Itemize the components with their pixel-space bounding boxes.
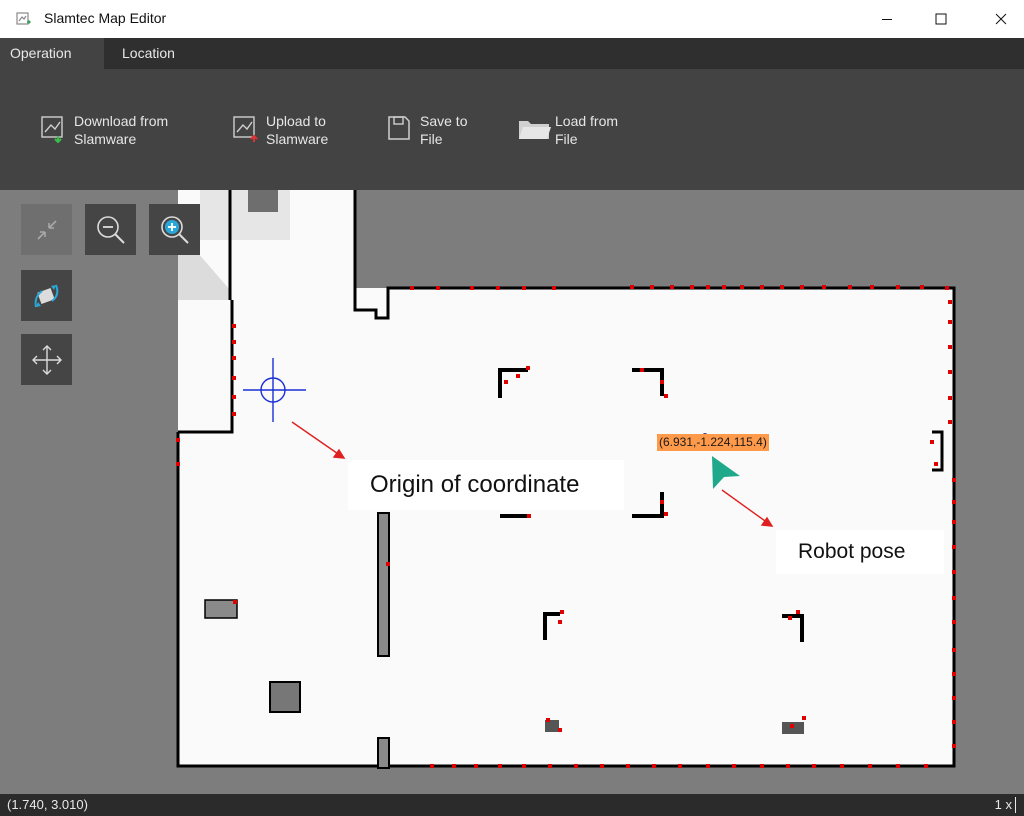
download-label: Download from Slamware xyxy=(74,113,169,147)
relocate-robot-icon xyxy=(34,284,58,307)
save-icon xyxy=(388,116,410,140)
pan-button[interactable] xyxy=(21,334,72,385)
folder-icon xyxy=(519,121,551,139)
robot-pose-label: (6.931,-1.224,115.4) xyxy=(657,434,769,451)
origin-annotation: Origin of coordinate xyxy=(348,460,624,510)
minimize-button[interactable] xyxy=(864,0,910,38)
save-label: Save to File xyxy=(420,113,468,147)
close-icon xyxy=(995,13,1007,25)
title-bar: Slamtec Map Editor xyxy=(0,0,1024,38)
maximize-button[interactable] xyxy=(918,0,964,38)
maximize-icon xyxy=(935,13,947,25)
minimize-icon xyxy=(882,19,892,20)
tab-operation[interactable]: Operation xyxy=(0,38,104,69)
pan-move-icon xyxy=(31,344,62,375)
upload-to-slamware-button[interactable]: Upload to Slamware xyxy=(232,112,328,148)
download-icon xyxy=(41,116,63,144)
load-from-file-button[interactable]: Load from File xyxy=(517,112,618,148)
tab-location[interactable]: Location xyxy=(112,38,185,69)
zoom-in-icon xyxy=(160,215,189,244)
robot-pose-annotation: Robot pose xyxy=(776,530,944,574)
relocate-robot-button[interactable] xyxy=(21,270,72,321)
close-button[interactable] xyxy=(978,0,1024,38)
fit-view-button[interactable] xyxy=(21,204,72,255)
cursor-coordinates: (1.740, 3.010) xyxy=(7,797,88,812)
status-bar: (1.740, 3.010) 1 x xyxy=(0,794,1024,816)
map-editor-icon xyxy=(16,12,31,25)
load-label: Load from File xyxy=(555,113,619,147)
zoom-level: 1 x xyxy=(994,797,1012,812)
save-to-file-button[interactable]: Save to File xyxy=(386,112,467,148)
upload-icon xyxy=(233,116,258,142)
download-from-slamware-button[interactable]: Download from Slamware xyxy=(40,112,168,148)
status-divider xyxy=(1015,797,1016,813)
zoom-out-button[interactable] xyxy=(85,204,136,255)
window-title: Slamtec Map Editor xyxy=(44,10,167,26)
zoom-in-button[interactable] xyxy=(149,204,200,255)
zoom-out-icon xyxy=(96,215,125,244)
fit-view-icon xyxy=(36,219,57,240)
tab-bar: Operation Location xyxy=(0,38,1024,69)
upload-label: Upload to Slamware xyxy=(266,113,329,147)
